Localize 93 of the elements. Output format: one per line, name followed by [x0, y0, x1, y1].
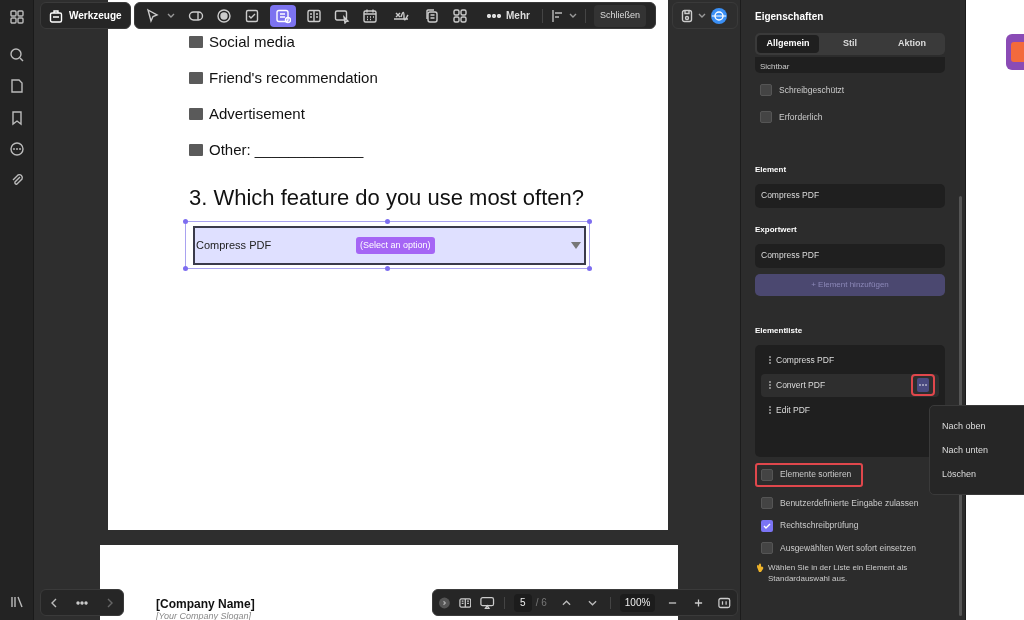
chevron-down-icon[interactable] — [698, 12, 706, 19]
panel-title: Eigenschaften — [755, 10, 825, 24]
question-heading: 3. Which feature do you use most often? — [189, 184, 585, 212]
grid-icon[interactable] — [9, 9, 25, 25]
tab[interactable]: Stil — [819, 35, 881, 53]
more-button[interactable]: Mehr — [483, 4, 534, 27]
dropdown-field[interactable]: Compress PDF (Select an option) — [193, 226, 586, 265]
chevron-up-icon[interactable] — [561, 599, 571, 606]
visibility-dropdown[interactable]: Sichtbar — [755, 57, 945, 73]
app-icon[interactable] — [1006, 34, 1024, 70]
dots-icon — [917, 378, 929, 392]
list-item[interactable]: Edit PDF — [761, 398, 939, 422]
tool-button[interactable] — [270, 4, 296, 27]
option-text: Advertisement — [209, 105, 305, 123]
book-icon[interactable] — [458, 596, 472, 609]
checkbox-label: Erforderlich — [779, 110, 823, 124]
list-box-icon — [306, 7, 322, 24]
more-options-button[interactable] — [911, 374, 935, 396]
monitor-icon[interactable] — [480, 595, 495, 610]
page-icon[interactable] — [9, 78, 25, 94]
toolbox-icon — [49, 8, 63, 23]
dots-icon — [487, 13, 501, 18]
zoom-field[interactable]: 100% — [619, 593, 656, 612]
chevron-down-icon[interactable] — [167, 12, 175, 19]
tab[interactable]: Aktion — [881, 35, 943, 53]
sidebar-icon[interactable] — [9, 594, 25, 610]
element-field[interactable]: Compress PDF — [755, 183, 945, 208]
forward-icon[interactable] — [106, 597, 114, 608]
checkbox-tool-icon — [244, 7, 260, 24]
back-icon[interactable] — [50, 597, 58, 608]
checkbox-icon — [189, 144, 203, 156]
drag-handle-icon — [769, 356, 771, 364]
duplicate-icon — [424, 7, 440, 24]
option-text: Social media — [209, 33, 295, 51]
grid-icon — [452, 7, 468, 24]
chevron-down-icon[interactable] — [568, 12, 577, 19]
pointer-icon — [144, 7, 160, 24]
checkmark-icon — [763, 521, 771, 530]
export-field[interactable]: Compress PDF — [755, 243, 945, 268]
calendar-icon — [362, 7, 378, 24]
save-icon[interactable] — [681, 8, 693, 23]
drag-handle-icon — [769, 406, 771, 414]
hand-icon — [755, 561, 764, 572]
chevron-down-icon[interactable] — [587, 599, 597, 606]
align-icon[interactable] — [550, 8, 563, 23]
checkbox[interactable] — [761, 519, 773, 532]
section-label: Elementliste — [755, 324, 804, 337]
tab[interactable]: Allgemein — [757, 35, 819, 53]
company-slogan: [Your Company Slogan] — [156, 611, 252, 620]
placeholder-tag: (Select an option) — [356, 236, 435, 255]
checkbox-label: Benutzerdefinierte Eingabe zulassen — [780, 496, 919, 510]
more-icon[interactable] — [76, 600, 88, 605]
image-button-icon — [334, 7, 350, 24]
checkbox-icon — [189, 36, 203, 48]
combo-box-icon — [275, 7, 291, 24]
expand-icon[interactable] — [439, 596, 450, 609]
fit-page-icon[interactable] — [718, 596, 732, 609]
tools-button[interactable]: Werkzeuge — [40, 2, 131, 29]
radio-icon — [216, 7, 232, 24]
hint-text: Wählen Sie in der Liste ein Element als Standardauswahl aus. — [768, 561, 909, 584]
list-item[interactable]: Compress PDF — [761, 348, 939, 372]
checkbox-label: Ausgewählten Wert sofort einsetzen — [780, 542, 916, 555]
list-item[interactable]: Convert PDF — [761, 373, 939, 397]
checkbox[interactable] — [761, 542, 773, 555]
bookmark-icon[interactable] — [9, 110, 25, 126]
section-label: Exportwert — [755, 223, 798, 236]
drag-handle-icon — [769, 381, 771, 389]
search-icon[interactable] — [9, 47, 25, 63]
checkbox-label: Elemente sortieren — [780, 468, 852, 481]
zoom-in-icon[interactable] — [694, 597, 704, 608]
comment-icon[interactable] — [9, 141, 25, 157]
assistant-icon[interactable] — [711, 7, 727, 24]
checkbox[interactable] — [760, 84, 772, 97]
dropdown-value: Compress PDF — [196, 238, 273, 254]
checkbox[interactable] — [761, 496, 773, 509]
menu-item[interactable]: Nach unten — [942, 444, 1024, 456]
section-label: Element — [755, 163, 788, 176]
page-total: / 6 — [535, 596, 547, 610]
option-text: Friend's recommendation — [209, 69, 378, 87]
menu-item[interactable]: Löschen — [942, 468, 1024, 480]
checkbox-label: Schreibgeschützt — [779, 84, 845, 97]
checkbox[interactable] — [761, 468, 773, 481]
checkbox-label: Rechtschreibprüfung — [780, 519, 859, 532]
checkbox-icon — [189, 72, 203, 84]
option-text: Other: _____________ — [209, 141, 364, 159]
checkbox[interactable] — [760, 111, 772, 124]
checkbox-icon — [189, 108, 203, 120]
paperclip-icon[interactable] — [9, 172, 25, 188]
close-button[interactable]: Schließen — [593, 4, 646, 27]
page-number-field[interactable]: 5 — [513, 593, 532, 612]
company-name: [Company Name] — [156, 597, 255, 611]
caret-icon[interactable] — [571, 242, 581, 249]
menu-item[interactable]: Nach oben — [942, 420, 1024, 432]
